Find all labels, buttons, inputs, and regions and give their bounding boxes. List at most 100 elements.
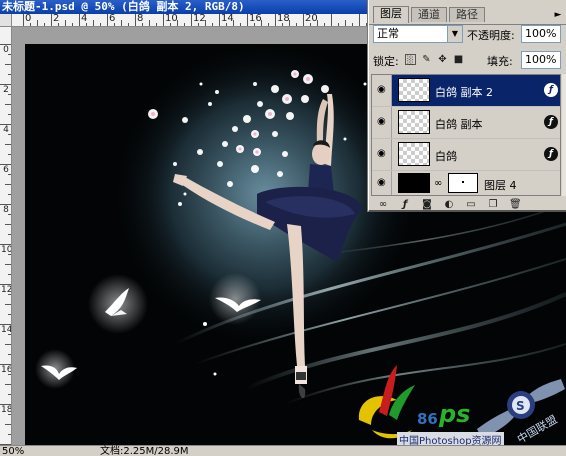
ruler-tick [184,23,185,26]
ruler-tick [247,14,248,26]
document-size[interactable]: 文档:2.25M/28.9M [100,446,189,456]
chevron-down-icon[interactable]: ▼ [447,26,462,42]
layer-row[interactable]: ◉ 白鸽 副本 ƒ [372,107,560,139]
ruler-tick [44,23,45,26]
blend-opacity-row: 正常 ▼ 不透明度: 100% [369,24,566,44]
ruler-tick [156,23,157,26]
opacity-input[interactable]: 100% [521,25,561,43]
layer-name[interactable]: 白鸽 副本 [435,116,483,132]
layer-effects-icon[interactable]: ƒ [544,115,558,129]
layer-row[interactable]: ◉ ∞ 图层 4 [372,171,560,195]
ruler-tick [366,23,367,26]
new-group-icon[interactable]: ▭ [465,199,477,210]
fill-input[interactable]: 100% [521,51,561,69]
tab-paths[interactable]: 路径 [449,7,485,22]
ruler-tick [5,224,11,225]
ruler-tick [5,384,11,385]
ruler-origin[interactable] [0,14,12,27]
ruler-tick [121,20,122,26]
panel-menu-arrow-icon[interactable]: ► [552,10,564,21]
layer-thumbnail[interactable] [398,142,430,166]
blend-mode-select[interactable]: 正常 ▼ [373,25,463,43]
ruler-label: 8 [3,205,9,215]
adjustment-layer-icon[interactable]: ◐ [443,199,455,210]
visibility-eye-icon[interactable]: ◉ [372,171,392,195]
ruler-tick [163,14,164,26]
ruler-tick [212,23,213,26]
ruler-tick [51,14,52,26]
ruler-label: 14 [221,14,234,24]
photoshop-workspace: 未标题-1.psd @ 50% (白鸽 副本 2, RGB/8) 0 2 4 6 8 10… [0,0,566,456]
ruler-tick [5,344,11,345]
ruler-tick [5,104,11,105]
visibility-eye-icon[interactable]: ◉ [372,75,392,106]
ruler-tick [8,434,11,435]
layers-panel: 图层 通道 路径 ► 正常 ▼ 不透明度: 100% 锁定: ░ ✎ ✥ ■ 填… [368,0,566,212]
layer-row[interactable]: ◉ 白鸽 ƒ [372,139,560,171]
link-layers-icon[interactable]: ∞ [377,199,389,210]
layer-name[interactable]: 图层 4 [484,177,517,193]
ruler-tick [324,23,325,26]
add-mask-icon[interactable]: ◙ [421,199,433,210]
lock-transparent-icon[interactable]: ░ [405,54,416,65]
layer-thumbnail[interactable] [398,78,430,102]
ruler-label: 2 [3,85,9,95]
layer-row[interactable]: ◉ 白鸽 副本 2 ƒ [372,75,560,107]
layer-style-icon[interactable]: ƒ [399,199,411,210]
ruler-label: 16 [249,14,262,24]
lock-paint-icon[interactable]: ✎ [421,54,432,65]
ruler-label: 16 [1,365,12,375]
mask-link-icon[interactable]: ∞ [434,178,442,189]
ruler-label: 0 [25,14,32,24]
ruler-label: 10 [1,245,12,255]
tab-layers[interactable]: 图层 [373,6,409,23]
layer-effects-icon[interactable]: ƒ [544,147,558,161]
layer-mask-thumbnail[interactable] [448,173,478,193]
status-bar: 50% 文档:2.25M/28.9M [0,445,566,456]
ruler-tick [345,20,346,26]
ruler-tick [338,23,339,26]
ruler-tick [37,20,38,26]
ruler-tick [100,23,101,26]
layer-thumbnail[interactable] [398,173,430,193]
new-layer-icon[interactable]: ❐ [487,199,499,210]
delete-layer-icon[interactable]: 🗑 [509,199,522,210]
layer-name[interactable]: 白鸽 [435,148,457,164]
ruler-tick [296,23,297,26]
ruler-label: 18 [277,14,290,24]
ruler-label: 18 [1,405,12,415]
zoom-level[interactable]: 50% [2,446,24,456]
ruler-label: 8 [137,14,144,24]
lock-all-icon[interactable]: ■ [453,54,464,65]
layer-list-scrollbar[interactable] [562,74,566,196]
ruler-tick [268,23,269,26]
visibility-eye-icon[interactable]: ◉ [372,107,392,138]
ruler-label: 12 [193,14,206,24]
ruler-tick [149,20,150,26]
fill-label: 填充: [487,55,513,68]
vertical-ruler[interactable]: 02468101214161820 [0,27,12,445]
ruler-tick [135,14,136,26]
document-title-bar[interactable]: 未标题-1.psd @ 50% (白鸽 副本 2, RGB/8) [0,0,380,14]
ruler-label: 14 [1,325,12,335]
ruler-tick [93,20,94,26]
tab-channels[interactable]: 通道 [411,7,447,22]
ruler-tick [8,154,11,155]
svg-text:S: S [516,399,525,413]
ruler-tick [5,264,11,265]
visibility-eye-icon[interactable]: ◉ [372,139,392,170]
layer-effects-icon[interactable]: ƒ [544,83,558,97]
ruler-label: 6 [3,165,9,175]
lock-move-icon[interactable]: ✥ [437,54,448,65]
ruler-tick [8,74,11,75]
layer-name[interactable]: 白鸽 副本 2 [435,84,493,100]
ruler-tick [107,14,108,26]
layer-thumbnail[interactable] [398,110,430,134]
ruler-tick [8,354,11,355]
ruler-tick [72,23,73,26]
horizontal-ruler[interactable]: 0 2 4 6 8 10 12 14 16 18 20 [12,14,382,27]
ruler-tick [5,304,11,305]
ruler-tick [8,274,11,275]
ruler-tick [8,114,11,115]
ruler-tick [331,14,332,26]
